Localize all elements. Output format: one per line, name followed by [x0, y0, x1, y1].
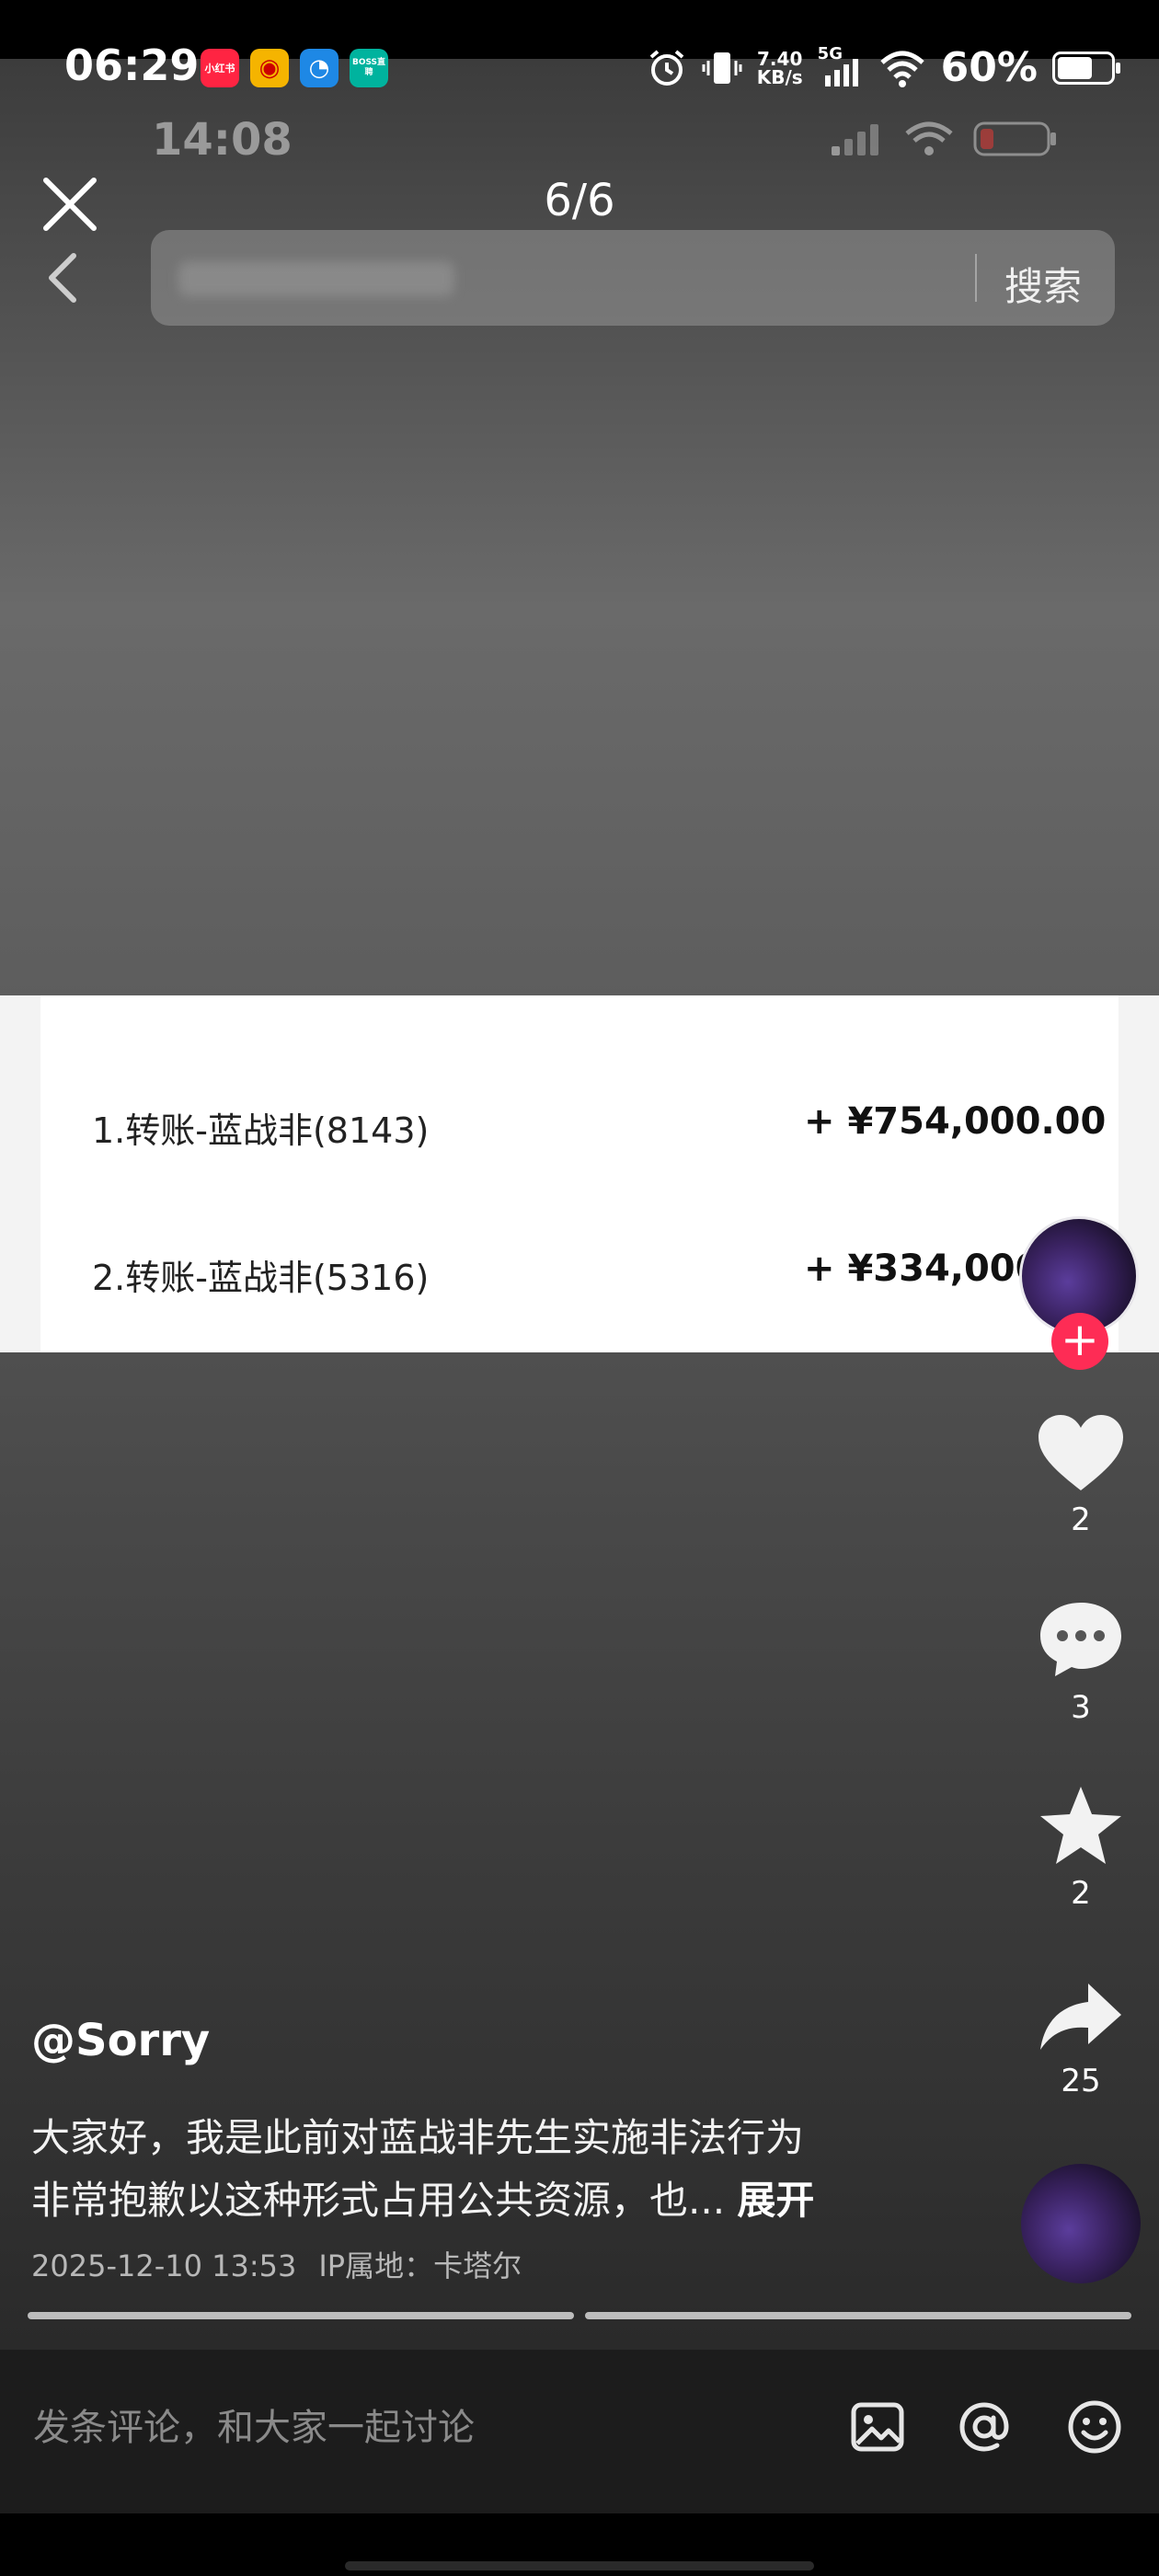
- status-indicators: 7.40 KB/s 5G 60%: [647, 44, 1120, 91]
- star-icon: [1040, 1787, 1121, 1864]
- screenshot-status-icons: [830, 120, 1058, 158]
- comment-bar: 发条评论，和大家一起讨论: [0, 2350, 1159, 2513]
- follow-button[interactable]: +: [1051, 1313, 1108, 1370]
- caption-line-2: 非常抱歉以这种形式占用公共资源，也... 展开: [31, 2169, 878, 2232]
- share-icon: [1040, 1984, 1121, 2050]
- search-bar[interactable]: 搜索: [151, 230, 1115, 326]
- like-count: 2: [1071, 1501, 1091, 1538]
- net-speed-value: 7.40: [757, 47, 803, 70]
- boss-icon: BOSS直聘: [350, 49, 388, 87]
- comment-button[interactable]: 3: [1030, 1599, 1131, 1726]
- screenshot-signal-icon: [832, 124, 878, 155]
- vibrate-icon: [702, 52, 742, 84]
- wifi-icon: [879, 51, 924, 87]
- favorite-button[interactable]: 2: [1030, 1785, 1131, 1912]
- screenshot-time: 14:08: [152, 114, 293, 166]
- search-button[interactable]: 搜索: [1004, 256, 1082, 312]
- transaction-amount-1: + ¥754,000.00: [804, 1100, 1107, 1143]
- at-mention-icon[interactable]: [955, 2398, 1014, 2456]
- expand-link[interactable]: 展开: [737, 2178, 814, 2223]
- search-divider: [975, 254, 977, 302]
- post-meta: 2025-12-10 13:53 IP属地：卡塔尔: [31, 2243, 522, 2285]
- image-progress-segment-1: [28, 2312, 574, 2319]
- battery-icon: [1052, 51, 1120, 85]
- weibo-icon: ◉: [250, 49, 289, 87]
- emoji-icon[interactable]: [1065, 2398, 1124, 2456]
- status-time: 06:29: [64, 40, 200, 90]
- favorite-count: 2: [1071, 1875, 1091, 1912]
- music-disc-avatar[interactable]: [1021, 2164, 1141, 2283]
- like-button[interactable]: 2: [1030, 1413, 1131, 1538]
- image-icon[interactable]: [848, 2398, 907, 2456]
- author-name[interactable]: @Sorry: [31, 2015, 210, 2066]
- battery-percent: 60%: [940, 44, 1038, 91]
- blurred-search-text: [178, 261, 454, 296]
- share-button[interactable]: 25: [1030, 1980, 1131, 2099]
- net-speed: 7.40 KB/s: [757, 50, 803, 86]
- notification-app-icons: 小红书 ◉ ◔ BOSS直聘: [201, 49, 388, 87]
- screenshot-battery-icon: [973, 121, 1056, 156]
- screenshot-wifi-icon: [905, 121, 953, 155]
- back-arrow-icon: [49, 253, 76, 303]
- transaction-panel: 1.转账-蓝战非(8143) + ¥754,000.00 2.转账-蓝战非(53…: [0, 995, 1159, 1352]
- browser-icon: ◔: [300, 49, 339, 87]
- net-speed-unit: KB/s: [756, 65, 803, 88]
- home-bar: [0, 2513, 1159, 2576]
- comment-input[interactable]: 发条评论，和大家一起讨论: [33, 2398, 475, 2451]
- share-count: 25: [1061, 2063, 1101, 2099]
- post-date: 2025-12-10 13:53: [31, 2248, 297, 2283]
- status-bar: 06:29 小红书 ◉ ◔ BOSS直聘 7.40 KB/s 5G 60%: [0, 0, 1159, 91]
- alarm-icon: [649, 49, 684, 86]
- comment-count: 3: [1071, 1689, 1091, 1726]
- signal-icon: [824, 58, 858, 86]
- transaction-card: 1.转账-蓝战非(8143) + ¥754,000.00 2.转账-蓝战非(53…: [40, 995, 1119, 1352]
- caption-line-1: 大家好，我是此前对蓝战非先生实施非法行为: [31, 2115, 805, 2160]
- xiaohongshu-icon: 小红书: [201, 49, 239, 87]
- image-progress-segment-2: [585, 2312, 1131, 2319]
- heart-icon: [1039, 1415, 1123, 1490]
- transaction-label-2: 2.转账-蓝战非(5316): [92, 1258, 430, 1298]
- ip-location: IP属地：卡塔尔: [318, 2248, 522, 2283]
- comment-icon: [1040, 1603, 1121, 1676]
- cell-signal: 5G: [818, 44, 864, 88]
- transaction-amount-2: + ¥334,000.: [804, 1248, 1055, 1290]
- post-caption: 大家好，我是此前对蓝战非先生实施非法行为 非常抱歉以这种形式占用公共资源，也..…: [31, 2107, 878, 2232]
- transaction-label-1: 1.转账-蓝战非(8143): [92, 1110, 430, 1151]
- image-counter: 6/6: [544, 175, 615, 226]
- caption-line-2-text: 非常抱歉以这种形式占用公共资源，也...: [31, 2178, 726, 2223]
- home-indicator[interactable]: [345, 2561, 814, 2570]
